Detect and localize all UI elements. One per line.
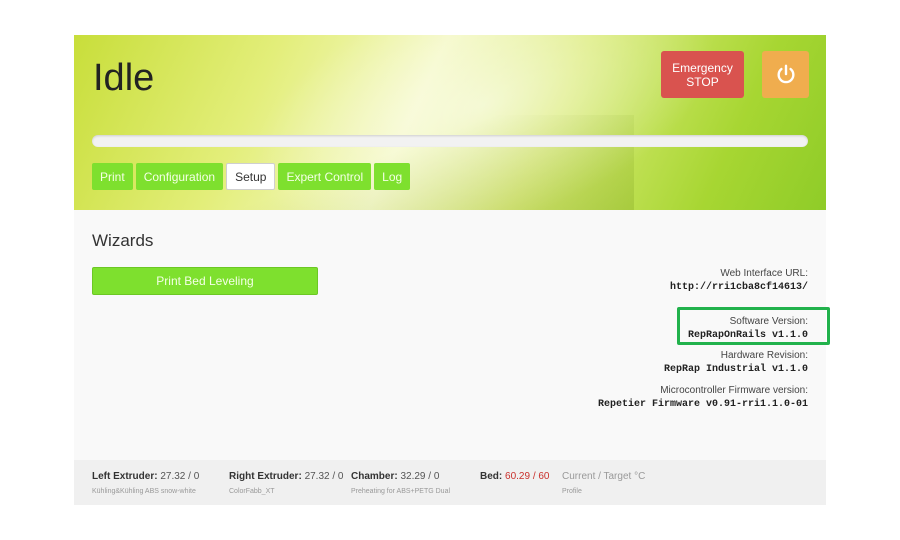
bed-label: Bed: <box>480 471 503 482</box>
right-extruder-material: ColorFabb_XT <box>229 488 275 495</box>
right-extruder-label: Right Extruder: <box>229 471 302 482</box>
right-extruder-status: Right Extruder: 27.32 / 0 ColorFabb_XT <box>229 471 343 495</box>
chamber-status: Chamber: 32.29 / 0 Preheating for ABS+PE… <box>351 471 450 495</box>
hardware-revision-info: Hardware Revision: RepRap Industrial v1.… <box>664 350 808 375</box>
bed-status: Bed: 60.29 / 60 <box>480 471 550 482</box>
web-url-value: http://rri1cba8cf14613/ <box>669 282 808 293</box>
left-extruder-status: Left Extruder: 27.32 / 0 Kühling&Kühling… <box>92 471 199 495</box>
hardware-revision-label: Hardware Revision: <box>720 350 808 361</box>
firmware-version-value: Repetier Firmware v0.91-rri1.1.0-01 <box>597 399 808 410</box>
main-tabs: Print Configuration Setup Expert Control… <box>92 163 411 190</box>
section-title: Wizards <box>92 231 154 250</box>
left-extruder-value: 27.32 / 0 <box>160 471 200 482</box>
web-url-label: Web Interface URL: <box>720 268 808 279</box>
hardware-revision-value: RepRap Industrial v1.1.0 <box>663 364 808 375</box>
right-extruder-value: 27.32 / 0 <box>304 471 344 482</box>
chamber-value: 32.29 / 0 <box>400 471 440 482</box>
web-url-info: Web Interface URL: http://rri1cba8cf1461… <box>670 268 808 293</box>
left-extruder-label: Left Extruder: <box>92 471 158 482</box>
firmware-version-info: Microcontroller Firmware version: Repeti… <box>598 385 808 410</box>
tab-configuration[interactable]: Configuration <box>135 163 224 190</box>
left-extruder-material: Kühling&Kühling ABS snow-white <box>92 488 196 495</box>
tab-setup[interactable]: Setup <box>226 163 276 190</box>
legend-sub: Profile <box>562 488 582 495</box>
software-version-info: Software Version: RepRapOnRails v1.1.0 <box>688 316 808 341</box>
power-button[interactable] <box>762 51 809 98</box>
print-progress-bar <box>92 135 808 147</box>
power-icon <box>776 64 795 83</box>
software-version-label: Software Version: <box>729 316 808 327</box>
firmware-version-label: Microcontroller Firmware version: <box>660 385 808 396</box>
chamber-label: Chamber: <box>351 471 398 482</box>
temperature-legend: Current / Target °C Profile <box>562 471 645 495</box>
printer-status: Idle <box>93 57 155 99</box>
bed-value: 60.29 / 60 <box>505 471 550 482</box>
emergency-stop-button[interactable]: Emergency STOP <box>661 51 744 98</box>
chamber-profile: Preheating for ABS+PETG Dual <box>351 488 451 495</box>
legend-label: Current / Target °C <box>562 471 646 482</box>
app-container: Idle Emergency STOP Print Configuration … <box>74 35 830 505</box>
tab-log[interactable]: Log <box>374 163 411 190</box>
header-banner: Idle Emergency STOP Print Configuration … <box>74 35 826 210</box>
software-version-value: RepRapOnRails v1.1.0 <box>687 330 808 341</box>
print-bed-leveling-button[interactable]: Print Bed Leveling <box>92 267 318 295</box>
tab-print[interactable]: Print <box>92 163 133 190</box>
tab-expert-control[interactable]: Expert Control <box>278 163 372 190</box>
temperature-footer: Left Extruder: 27.32 / 0 Kühling&Kühling… <box>74 460 826 505</box>
